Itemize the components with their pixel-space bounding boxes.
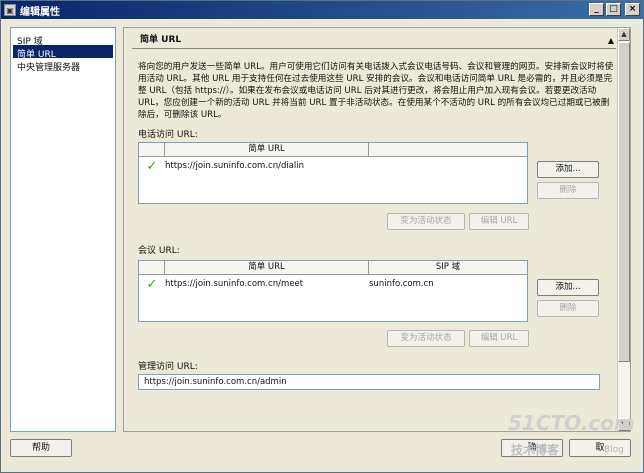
section-description: 将向您的用户发送一些简单 URL。用户可使用它们访问有关电话拨入式会议电话号码、… bbox=[138, 62, 614, 120]
grid-header-status bbox=[139, 261, 165, 275]
active-check-icon: ✓ bbox=[146, 158, 158, 174]
collapse-icon[interactable]: ▲ bbox=[608, 34, 614, 48]
grid-header-simple-url[interactable]: 简单 URL bbox=[165, 261, 369, 275]
title-bar[interactable]: ▣ 编辑属性 _ □ × bbox=[1, 1, 643, 19]
meeting-grid[interactable]: 简单 URL SIP 域 ✓ https://join.suninfo.com.… bbox=[138, 260, 528, 322]
nav-item-simple-url[interactable]: 简单 URL bbox=[13, 45, 113, 60]
phone-access-grid-header: 简单 URL bbox=[139, 143, 527, 157]
grid-header-simple-url[interactable]: 简单 URL bbox=[165, 143, 369, 157]
content-pane: 简单 URL ▲ 将向您的用户发送一些简单 URL。用户可使用它们访问有关电话拨… bbox=[123, 27, 631, 432]
nav-item-central-management-server[interactable]: 中央管理服务器 bbox=[13, 58, 113, 73]
scroll-thumb[interactable] bbox=[618, 42, 630, 362]
edit-properties-window: ▣ 编辑属性 _ □ × SIP 域 简单 URL 中央管理服务器 简单 URL… bbox=[0, 0, 644, 473]
active-check-icon: ✓ bbox=[146, 276, 158, 292]
table-row[interactable]: ✓ https://join.suninfo.com.cn/meet sunin… bbox=[139, 276, 527, 292]
meeting-grid-header: 简单 URL SIP 域 bbox=[139, 261, 527, 275]
cancel-button[interactable]: 取 bbox=[569, 439, 631, 457]
nav-item-sip-domain[interactable]: SIP 域 bbox=[13, 32, 113, 47]
grid-header-status bbox=[139, 143, 165, 157]
meeting-label: 会议 URL: bbox=[138, 246, 180, 256]
admin-access-label: 管理访问 URL: bbox=[138, 362, 198, 372]
minimize-button[interactable]: _ bbox=[589, 3, 604, 16]
navigation-list: SIP 域 简单 URL 中央管理服务器 bbox=[10, 27, 116, 432]
meeting-edit-button[interactable]: 编辑 URL bbox=[469, 330, 529, 347]
phone-access-add-button[interactable]: 添加... bbox=[537, 161, 599, 178]
phone-access-label: 电话访问 URL: bbox=[138, 130, 198, 140]
phone-access-url-cell: https://join.suninfo.com.cn/dialin bbox=[165, 161, 305, 171]
phone-access-remove-button[interactable]: 删除 bbox=[537, 182, 599, 199]
meeting-url-cell: https://join.suninfo.com.cn/meet bbox=[165, 279, 304, 289]
app-icon: ▣ bbox=[4, 4, 16, 16]
grid-header-empty bbox=[369, 143, 527, 157]
scroll-down-icon[interactable]: ▼ bbox=[618, 418, 630, 431]
phone-access-edit-button[interactable]: 编辑 URL bbox=[469, 213, 529, 230]
admin-access-url-input[interactable]: https://join.suninfo.com.cn/admin bbox=[138, 374, 600, 390]
content-scrollbar[interactable]: ▲ ▼ bbox=[617, 28, 630, 431]
help-button[interactable]: 帮助 bbox=[10, 439, 72, 457]
phone-access-grid[interactable]: 简单 URL ✓ https://join.suninfo.com.cn/dia… bbox=[138, 142, 528, 204]
grid-header-sip-domain[interactable]: SIP 域 bbox=[369, 261, 527, 275]
section-title: 简单 URL bbox=[140, 35, 182, 45]
ok-button[interactable]: 确 bbox=[501, 439, 563, 457]
window-title: 编辑属性 bbox=[20, 6, 60, 18]
meeting-make-active-button[interactable]: 变为活动状态 bbox=[387, 330, 465, 347]
scroll-up-icon[interactable]: ▲ bbox=[618, 28, 630, 41]
meeting-sip-domain-cell: suninfo.com.cn bbox=[369, 279, 434, 289]
close-button[interactable]: × bbox=[625, 3, 640, 16]
meeting-add-button[interactable]: 添加... bbox=[537, 279, 599, 296]
table-row[interactable]: ✓ https://join.suninfo.com.cn/dialin bbox=[139, 158, 527, 174]
meeting-remove-button[interactable]: 删除 bbox=[537, 300, 599, 317]
maximize-button[interactable]: □ bbox=[606, 3, 621, 16]
section-header[interactable]: 简单 URL ▲ bbox=[132, 33, 616, 49]
window-controls: _ □ × bbox=[589, 3, 640, 16]
phone-access-make-active-button[interactable]: 变为活动状态 bbox=[387, 213, 465, 230]
